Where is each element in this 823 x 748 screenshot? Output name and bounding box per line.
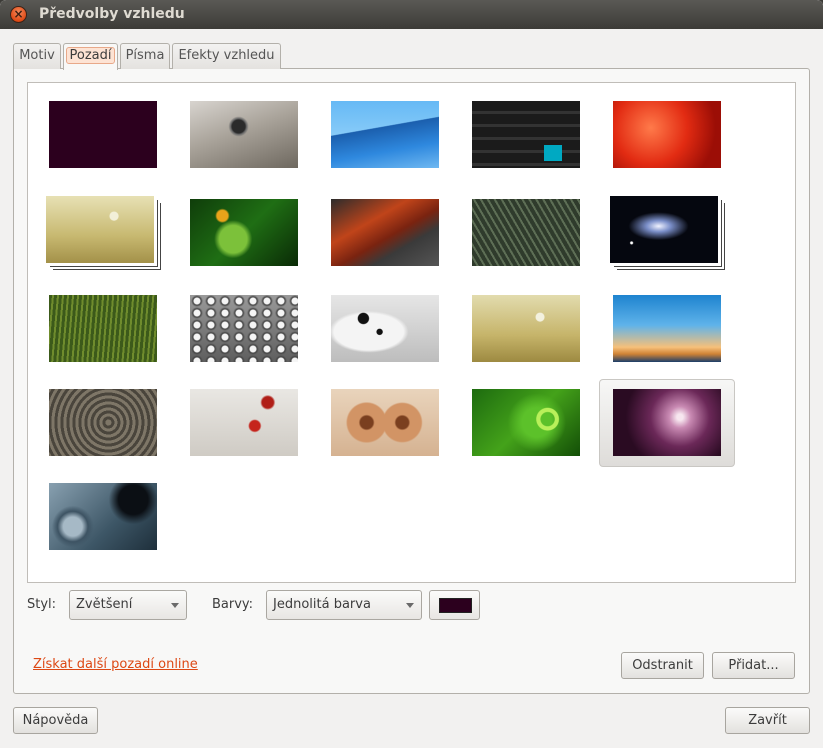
add-button[interactable]: Přidat... [712,652,795,679]
help-button[interactable]: Nápověda [13,707,98,734]
wallpaper-red-leaf[interactable] [331,199,439,266]
wallpaper-image [49,295,157,362]
wallpaper-image [331,101,439,168]
wallpaper-image [49,389,157,456]
window-title: Předvolby vzhledu [39,6,185,22]
wallpaper-gallery[interactable] [27,82,796,583]
wallpaper-meadow-dandelion[interactable] [472,295,580,362]
wallpaper-meadow-flower[interactable] [46,196,154,263]
wallpaper-image [331,295,439,362]
wallpaper-fern-leaf[interactable] [472,199,580,266]
wallpaper-rope[interactable] [49,389,157,456]
wallpaper-cinnamon[interactable] [331,389,439,456]
wallpaper-green-curl[interactable] [472,389,580,456]
wallpaper-dark-wood[interactable] [472,101,580,168]
wallpaper-ubuntu-purple-light[interactable] [613,389,721,456]
wallpaper-image [46,196,154,263]
wallpaper-image [472,199,580,266]
wallpaper-image [190,295,298,362]
tab-label: Efekty vzhledu [178,48,275,63]
tab-fonts[interactable]: Písma [120,43,170,69]
tab-label: Motiv [19,48,55,63]
colors-combobox-value: Jednolitá barva [273,597,371,612]
remove-button[interactable]: Odstranit [621,652,704,679]
wallpaper-green-plant[interactable] [190,199,298,266]
wallpaper-image [472,295,580,362]
wallpaper-solid-aubergine[interactable] [49,101,157,168]
colors-combobox[interactable]: Jednolitá barva [266,590,422,620]
style-label: Styl: [27,597,57,612]
wallpaper-image [190,389,298,456]
color-picker-button[interactable] [429,590,480,620]
wallpaper-water-drops[interactable] [190,295,298,362]
wallpaper-image [49,483,157,550]
dropdown-arrow-icon [406,603,414,608]
wallpaper-blue-sail[interactable] [331,101,439,168]
dropdown-arrow-icon [171,603,179,608]
style-combobox-value: Zvětšení [76,597,133,612]
colors-label: Barvy: [212,597,254,612]
wallpaper-image [331,199,439,266]
color-swatch [439,598,472,613]
wallpaper-glass-marbles[interactable] [49,483,157,550]
wallpaper-image [472,389,580,456]
style-combobox[interactable]: Zvětšení [69,590,187,620]
wallpaper-image [49,101,157,168]
wallpaper-image [190,199,298,266]
wallpaper-grass-field[interactable] [49,295,157,362]
tab-label: Pozadí [65,47,116,64]
wallpaper-red-leaves-mist[interactable] [190,389,298,456]
wallpaper-image [613,389,721,456]
wallpaper-image [613,295,721,362]
close-button[interactable]: Zavřít [725,707,810,734]
wallpaper-image [190,101,298,168]
appearance-preferences-window: × Předvolby vzhledu Motiv Pozadí Písma E… [0,0,823,748]
wallpaper-red-tomato[interactable] [613,101,721,168]
wallpaper-image [331,389,439,456]
tab-visual-effects[interactable]: Efekty vzhledu [172,43,281,69]
wallpaper-image [613,101,721,168]
wallpaper-image [472,101,580,168]
tab-label: Písma [125,48,165,63]
wallpaper-galaxy[interactable] [610,196,718,263]
wallpaper-dalmatian-dog[interactable] [331,295,439,362]
wallpaper-snail[interactable] [190,101,298,168]
get-more-backgrounds-link[interactable]: Získat další pozadí online [33,657,198,672]
tab-background[interactable]: Pozadí [63,43,118,70]
tab-theme[interactable]: Motiv [13,43,61,69]
wallpaper-sky-sunset[interactable] [613,295,721,362]
title-bar: × Předvolby vzhledu [0,0,823,29]
window-close-button[interactable]: × [10,6,27,23]
wallpaper-image [610,196,718,263]
